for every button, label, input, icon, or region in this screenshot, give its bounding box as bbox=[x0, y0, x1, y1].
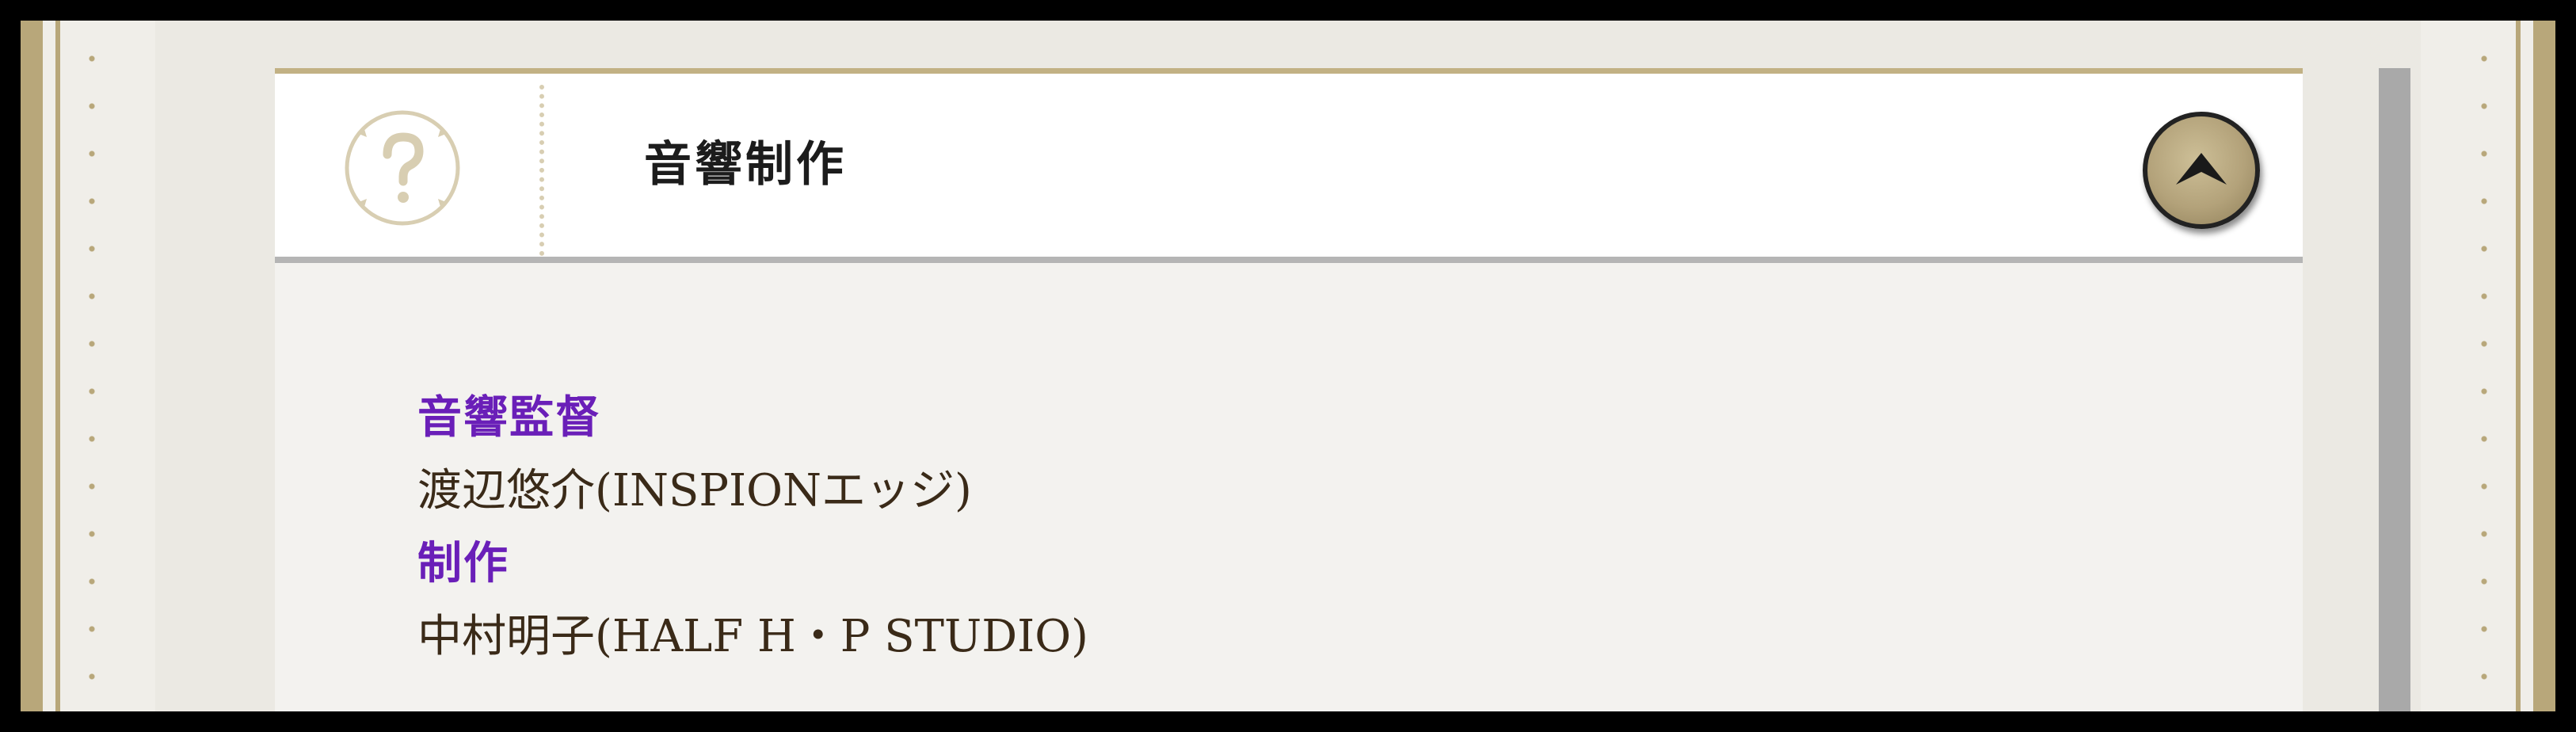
collapse-button[interactable] bbox=[2143, 112, 2260, 229]
left-ornament-border bbox=[21, 21, 155, 711]
credit-role-sound-director: 音響監督 bbox=[417, 392, 601, 444]
chevron-up-icon bbox=[2176, 153, 2227, 185]
right-gold-line bbox=[2516, 21, 2521, 711]
question-circle-icon bbox=[343, 109, 462, 227]
section-title: 音響制作 bbox=[644, 137, 847, 193]
scrollbar[interactable] bbox=[2379, 68, 2410, 711]
accordion-header[interactable]: 音響制作 bbox=[275, 68, 2303, 257]
right-ornament-border bbox=[2421, 21, 2555, 711]
header-divider bbox=[539, 85, 544, 256]
header-underline bbox=[275, 257, 2303, 263]
left-gold-stripe bbox=[21, 21, 43, 711]
right-dot-column bbox=[2481, 21, 2487, 711]
credit-name-sound-director: 渡辺悠介(INSPIONエッジ) bbox=[417, 465, 972, 517]
left-dot-column bbox=[89, 21, 95, 711]
credit-name-production: 中村明子(HALF H・P STUDIO) bbox=[417, 611, 1088, 662]
accordion-body: 音響監督 渡辺悠介(INSPIONエッジ) 制作 中村明子(HALF H・P S… bbox=[275, 263, 2303, 711]
page-frame: 音響制作 音響監督 渡辺悠介(INSPIONエッジ) 制作 中村明子(HALF … bbox=[21, 21, 2555, 711]
credits-list: 音響監督 渡辺悠介(INSPIONエッジ) 制作 中村明子(HALF H・P S… bbox=[417, 382, 1088, 673]
right-gold-stripe bbox=[2533, 21, 2555, 711]
credit-role-production: 制作 bbox=[417, 538, 509, 589]
left-gold-line bbox=[55, 21, 60, 711]
